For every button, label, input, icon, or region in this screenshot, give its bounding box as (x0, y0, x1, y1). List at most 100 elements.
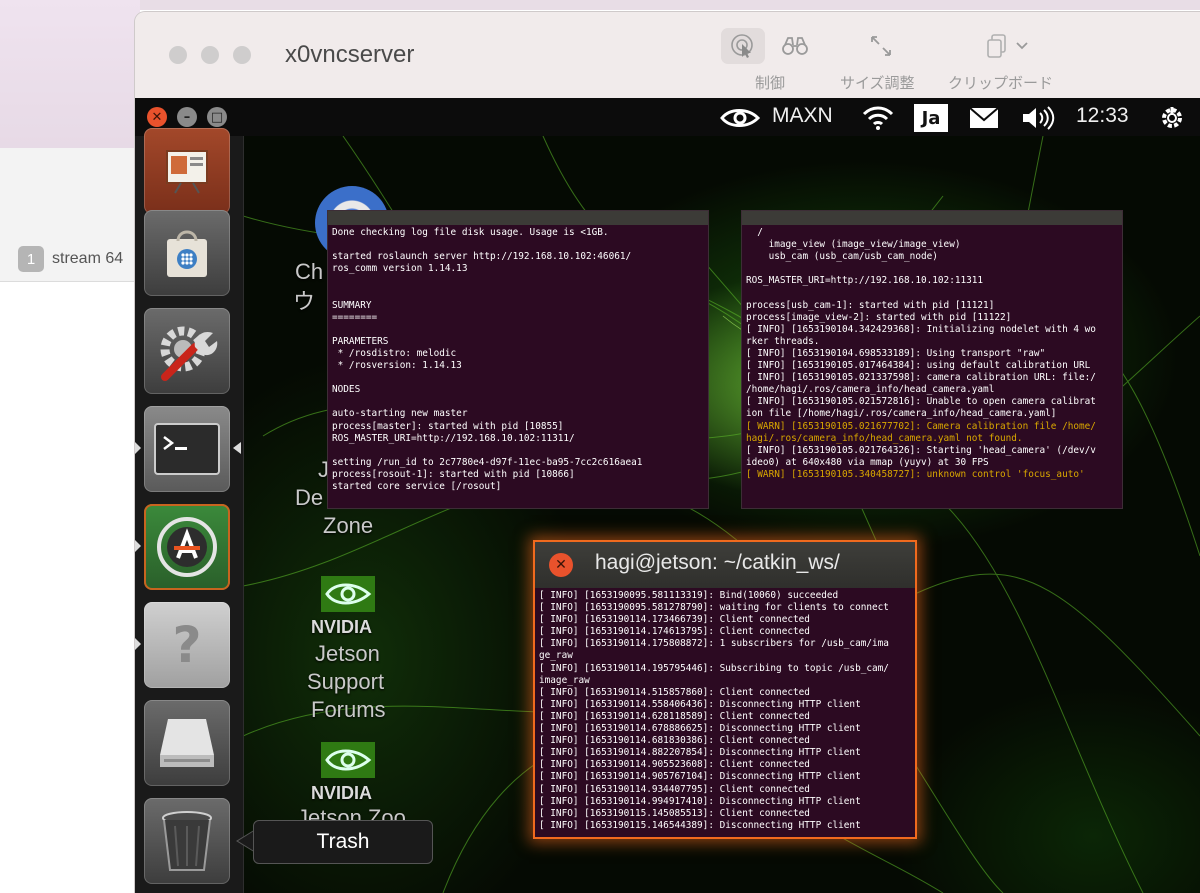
terminal-line: Done checking log file disk usage. Usage… (332, 227, 609, 238)
terminal-line: ion file [/home/hagi/.ros/camera_info/he… (746, 408, 1057, 420)
terminal-titlebar[interactable] (742, 211, 1122, 225)
terminal-line: * /rosversion: 1.14.13 (337, 360, 462, 372)
chevron-down-icon (1016, 42, 1028, 50)
launcher-software-center[interactable] (144, 210, 230, 296)
chromium-label-2: ウ (293, 289, 316, 314)
terminal-window-roscore[interactable]: Done checking log file disk usage. Usage… (327, 210, 709, 509)
terminal-window-front[interactable]: ✕ hagi@jetson: ~/catkin_ws/ [ INFO] [165… (533, 540, 917, 839)
terminal-line: [ INFO] [1653190114.174613795]: Client c… (539, 626, 810, 638)
top-panel: ✕ – □ MAXN Ja 12:33 (135, 98, 1200, 136)
nvidia-power-icon[interactable] (718, 106, 762, 130)
terminal-line: process[rosout-1]: started with pid [108… (332, 468, 575, 480)
minimize-window-button[interactable] (201, 46, 219, 64)
mac-desktop-background (0, 0, 140, 148)
terminal-line: [ INFO] [1653190114.681830386]: Client c… (539, 735, 810, 747)
terminal-line: [ INFO] [1653190114.628118589]: Client c… (539, 710, 810, 722)
devzone-label-2: De (295, 485, 324, 510)
resize-button[interactable] (859, 28, 903, 64)
terminal-line: ======== (332, 311, 378, 323)
terminal-line: [ INFO] [1653190105.021572816]: Unable t… (746, 396, 1096, 408)
terminal-titlebar[interactable] (328, 211, 708, 225)
terminal-output-roscore[interactable]: Done checking log file disk usage. Usage… (328, 225, 708, 495)
launcher-presentation[interactable] (144, 128, 230, 214)
terminal-line: [ INFO] [1653190105.021337598]: camera c… (746, 372, 1096, 384)
terminal-line: started core service [/rosout] (332, 480, 502, 492)
terminal-line: [ INFO] [1653190105.017464384]: using de… (746, 360, 1091, 372)
terminal-line: [ WARN] [1653190105.340458727]: unknown … (746, 468, 1085, 480)
terminal-line: process[usb_cam-1]: started with pid [11… (746, 299, 995, 311)
volume-icon[interactable] (1021, 105, 1055, 131)
launcher-terminal[interactable] (144, 406, 230, 492)
remote-close-icon[interactable]: ✕ (147, 107, 167, 127)
remote-maximize-icon[interactable]: □ (207, 107, 227, 127)
forums-label-1: Jetson (315, 641, 380, 666)
terminal-line: image_raw (539, 674, 590, 686)
terminal-line: SUMMARY (332, 299, 372, 311)
launcher-help[interactable]: ? (144, 602, 230, 688)
stream-tab[interactable]: 1 stream 64 (18, 246, 123, 272)
terminal-line: [ INFO] [1653190114.558406436]: Disconne… (539, 698, 861, 710)
terminal-front-title: hagi@jetson: ~/catkin_ws/ (595, 551, 840, 574)
view-only-button[interactable] (773, 28, 817, 64)
remote-minimize-icon[interactable]: – (177, 107, 197, 127)
terminal-line: [ INFO] [1653190114.678886625]: Disconne… (539, 723, 861, 735)
devzone-label-3: Zone (323, 513, 374, 538)
terminal-line: [ INFO] [1653190114.905767104]: Disconne… (539, 771, 861, 783)
launcher-trash[interactable] (144, 798, 230, 884)
mac-menubar (0, 0, 1200, 10)
terminal-window-usb-cam[interactable]: / image_view (image_view/image_view) usb… (741, 210, 1123, 509)
clipboard-icon (987, 34, 1006, 58)
launcher-drive[interactable] (144, 700, 230, 786)
terminal-line: ROS_MASTER_URI=http://192.168.10.102:113… (332, 432, 575, 444)
zoom-window-button[interactable] (233, 46, 251, 64)
forums-label-3: Forums (311, 697, 386, 722)
terminal-line: started roslaunch server http://192.168.… (332, 251, 632, 263)
terminal-line: [ INFO] [1653190114.175808872]: 1 subscr… (539, 638, 889, 650)
window-titlebar: x0vncserver 制御 サイズ調整 クリップボード (135, 12, 1200, 98)
terminal-line: usb_cam (usb_cam/usb_cam_node) (768, 251, 938, 263)
terminal-line: [ INFO] [1653190114.195795446]: Subscrib… (539, 662, 889, 674)
terminal-front-titlebar[interactable]: ✕ hagi@jetson: ~/catkin_ws/ (535, 542, 915, 588)
wifi-icon[interactable] (862, 105, 894, 131)
clipboard-label: クリップボード (948, 75, 1054, 92)
tooltip-arrow-fill (238, 831, 254, 851)
terminal-line: PARAMETERS (332, 335, 389, 347)
power-mode-indicator[interactable]: MAXN (772, 104, 833, 128)
terminal-line: ge_raw (539, 650, 573, 662)
terminal-focused-indicator (233, 442, 241, 454)
terminal-line: ros_comm version 1.14.13 (332, 263, 468, 275)
terminal-line: [ INFO] [1653190095.581113319]: Bind(100… (539, 590, 839, 601)
help-question-icon: ? (172, 616, 202, 674)
mail-icon[interactable] (969, 107, 999, 129)
launcher-system-settings[interactable] (144, 308, 230, 394)
window-title: x0vncserver (285, 41, 415, 68)
terminal-output-usb-cam[interactable]: / image_view (image_view/image_view) usb… (742, 225, 1122, 483)
chromium-label-1: Ch (295, 259, 324, 284)
terminal-output-front[interactable]: [ INFO] [1653190095.581113319]: Bind(100… (535, 588, 915, 834)
forums-label-2: Support (307, 669, 385, 694)
terminal-line: * /rosdistro: melodic (337, 347, 457, 359)
terminal-line: process[image_view-2]: started with pid … (746, 311, 1012, 323)
close-window-button[interactable] (169, 46, 187, 64)
presentation-icon (166, 150, 208, 194)
launcher-software-updater[interactable] (144, 504, 230, 590)
system-gear-icon[interactable] (1158, 104, 1186, 132)
clipboard-button[interactable] (977, 28, 1037, 64)
terminal-line: setting /run_id to 2c7780e4-d97f-11ec-ba… (332, 456, 643, 468)
terminal-line: auto-starting new master (332, 408, 468, 420)
remote-desktop[interactable]: ✕ – □ MAXN Ja 12:33 ? Ch ウ J De Zone NVI… (135, 98, 1200, 893)
resize-arrows-icon (871, 36, 891, 56)
nvidia-logo-icon (321, 742, 375, 778)
control-button[interactable] (721, 28, 765, 64)
terminal-line: [ INFO] [1653190105.021764326]: Starting… (746, 444, 1096, 456)
control-label: 制御 (755, 75, 786, 92)
drive-icon (160, 719, 214, 767)
nvidia-logo-icon (321, 576, 375, 612)
terminal-line: ROS_MASTER_URI=http://192.168.10.102:113… (746, 275, 984, 287)
terminal-close-icon[interactable]: ✕ (549, 553, 573, 577)
help-running-indicator (135, 638, 141, 650)
terminal-line: [ INFO] [1653190095.581278790]: waiting … (539, 602, 889, 614)
input-method-indicator[interactable]: Ja (914, 104, 948, 132)
clock[interactable]: 12:33 (1076, 104, 1129, 128)
terminal-line: [ INFO] [1653190115.146544389]: Disconne… (539, 819, 861, 831)
